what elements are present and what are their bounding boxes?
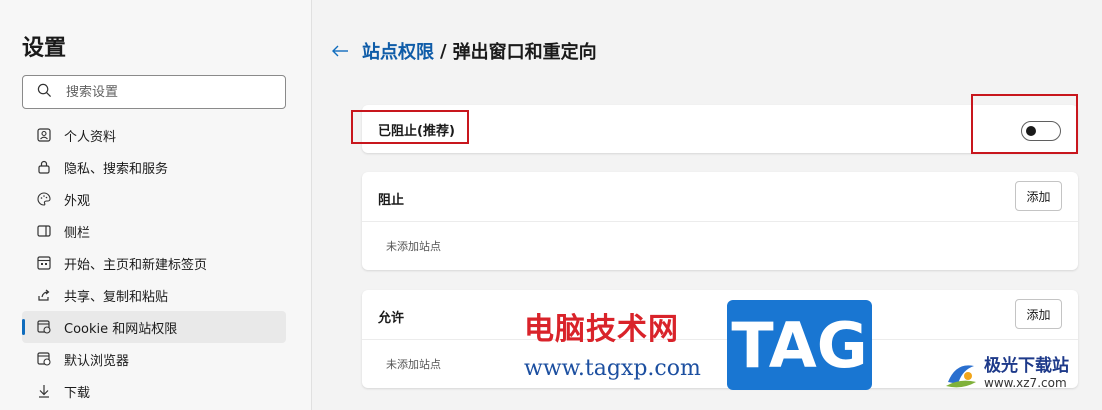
watermark-url: www.tagxp.com [524, 356, 701, 381]
cookie-permissions-icon [36, 319, 52, 335]
browser-icon [36, 351, 52, 367]
allow-list-title: 允许 [378, 311, 405, 326]
block-list-title: 阻止 [378, 193, 405, 208]
sidebar-item-share[interactable]: 共享、复制和粘贴 [22, 279, 286, 311]
block-list-card: 阻止 添加 未添加站点 [362, 172, 1078, 270]
sidebar-item-profile[interactable]: 个人资料 [22, 119, 286, 151]
back-arrow-icon[interactable] [330, 41, 350, 61]
watermark-site: 极光下载站 www.xz7.com [942, 356, 1069, 394]
watermark-site-url: www.xz7.com [984, 376, 1067, 390]
sidebar-item-appearance[interactable]: 外观 [22, 183, 286, 215]
home-tabs-icon [36, 255, 52, 271]
allow-list-header: 允许 添加 [362, 290, 1078, 340]
sidebar-item-downloads[interactable]: 下载 [22, 375, 286, 407]
sidebar-item-cookies[interactable]: Cookie 和网站权限 [22, 311, 286, 343]
annotation-box-label [351, 110, 469, 144]
sidebar-item-label: 隐私、搜索和服务 [64, 161, 169, 177]
block-list-empty-text: 未添加站点 [386, 240, 441, 253]
sidebar-item-label: 默认浏览器 [64, 353, 130, 369]
allow-list-empty-text: 未添加站点 [386, 358, 441, 371]
allow-add-button[interactable]: 添加 [1015, 299, 1062, 329]
sidebar-item-label: 侧栏 [64, 225, 91, 241]
sidebar-item-privacy[interactable]: 隐私、搜索和服务 [22, 151, 286, 183]
share-icon [36, 287, 52, 303]
sidebar-item-label: 共享、复制和粘贴 [64, 289, 169, 305]
sidebar-item-label: Cookie 和网站权限 [64, 321, 178, 337]
sidebar: 设置 个人资料 隐私、搜索和服务 外观 侧栏 开始、主页和新建标签页 [0, 0, 312, 410]
search-box[interactable] [22, 75, 286, 109]
annotation-box-toggle [971, 94, 1078, 154]
sidebar-item-label: 个人资料 [64, 129, 117, 145]
aurora-logo-icon [942, 356, 980, 394]
block-list-header: 阻止 添加 [362, 172, 1078, 222]
sidebar-item-label: 外观 [64, 193, 91, 209]
breadcrumb-separator: / [440, 40, 447, 62]
download-icon [36, 383, 52, 399]
sidebar-item-default-browser[interactable]: 默认浏览器 [22, 343, 286, 375]
breadcrumb-site-permissions-link[interactable]: 站点权限 [362, 38, 434, 64]
watermark-cn-text: 电脑技术网 [524, 312, 679, 347]
sidebar-item-label: 开始、主页和新建标签页 [64, 257, 208, 273]
sidebar-item-sidebar[interactable]: 侧栏 [22, 215, 286, 247]
sidebar-item-label: 下载 [64, 385, 91, 401]
page-title: 弹出窗口和重定向 [452, 42, 597, 63]
profile-icon [36, 127, 52, 143]
sidebar-nav: 个人资料 隐私、搜索和服务 外观 侧栏 开始、主页和新建标签页 共享、复制和粘贴… [22, 119, 286, 407]
block-add-button[interactable]: 添加 [1015, 181, 1062, 211]
sidebar-item-start-home[interactable]: 开始、主页和新建标签页 [22, 247, 286, 279]
sidebar-title: 设置 [22, 36, 67, 61]
lock-icon [36, 159, 52, 175]
palette-icon [36, 191, 52, 207]
watermark-site-name: 极光下载站 [984, 356, 1069, 376]
sidebar-icon [36, 223, 52, 239]
search-icon [37, 83, 52, 102]
breadcrumb: 站点权限 / 弹出窗口和重定向 [330, 38, 597, 64]
watermark-tag-logo: TAG [727, 300, 872, 390]
search-input[interactable] [66, 84, 266, 100]
